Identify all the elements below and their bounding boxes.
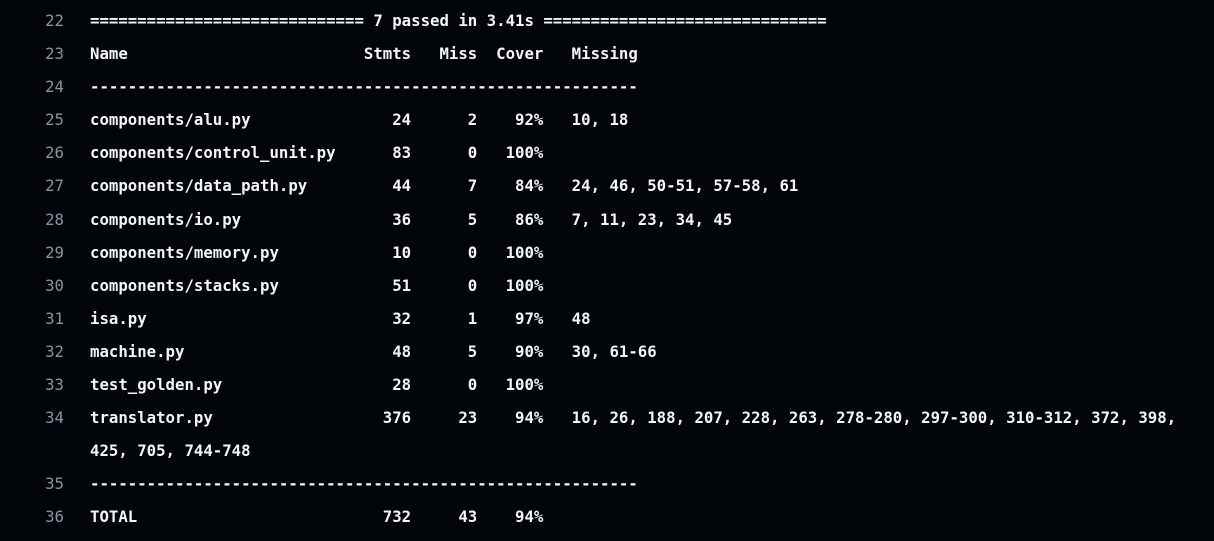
line-text: isa.py 32 1 97% 48 — [90, 308, 591, 328]
line-number: 24 — [45, 77, 64, 97]
line-text: components/control_unit.py 83 0 100% — [90, 143, 544, 163]
line-number: 33 — [45, 375, 64, 395]
line-number: 28 — [45, 209, 64, 229]
line-number: 31 — [45, 308, 64, 328]
log-line: 35 -------------------------------------… — [0, 467, 1214, 500]
line-text: ----------------------------------------… — [90, 474, 638, 494]
line-number: 34 — [45, 408, 64, 428]
line-number: 23 — [45, 44, 64, 64]
line-number: 26 — [45, 143, 64, 163]
log-line: 24 -------------------------------------… — [0, 70, 1214, 103]
line-number: 25 — [45, 110, 64, 130]
line-text: components/io.py 36 5 86% 7, 11, 23, 34,… — [90, 209, 733, 229]
line-text: Name Stmts Miss Cover Missing — [90, 44, 638, 64]
line-number: 30 — [45, 275, 64, 295]
line-text: components/memory.py 10 0 100% — [90, 242, 544, 262]
log-line: 31 isa.py 32 1 97% 48 — [0, 302, 1214, 335]
line-text: components/stacks.py 51 0 100% — [90, 275, 544, 295]
log-line: 23 Name Stmts Miss Cover Missing — [0, 37, 1214, 70]
line-text: ----------------------------------------… — [90, 77, 638, 97]
log-line: 25 components/alu.py 24 2 92% 10, 18 — [0, 103, 1214, 136]
line-text: components/data_path.py 44 7 84% 24, 46,… — [90, 176, 799, 196]
line-text: TOTAL 732 43 94% — [90, 507, 544, 527]
log-line: 27 components/data_path.py 44 7 84% 24, … — [0, 169, 1214, 202]
line-number: 29 — [45, 242, 64, 262]
log-line: 34 translator.py 376 23 94% 16, 26, 188,… — [0, 401, 1214, 467]
line-number: 35 — [45, 474, 64, 494]
log-line: 29 components/memory.py 10 0 100% — [0, 236, 1214, 269]
log-line: 33 test_golden.py 28 0 100% — [0, 368, 1214, 401]
line-text: machine.py 48 5 90% 30, 61-66 — [90, 341, 657, 361]
log-line: 30 components/stacks.py 51 0 100% — [0, 269, 1214, 302]
log-line: 28 components/io.py 36 5 86% 7, 11, 23, … — [0, 203, 1214, 236]
line-text: components/alu.py 24 2 92% 10, 18 — [90, 110, 629, 130]
line-text: translator.py 376 23 94% 16, 26, 188, 20… — [90, 408, 1186, 461]
line-number: 27 — [45, 176, 64, 196]
log-line: 26 components/control_unit.py 83 0 100% — [0, 136, 1214, 169]
line-text: test_golden.py 28 0 100% — [90, 375, 544, 395]
line-number: 32 — [45, 341, 64, 361]
log-line: 32 machine.py 48 5 90% 30, 61-66 — [0, 335, 1214, 368]
line-number: 36 — [45, 507, 64, 527]
log-line: 36 TOTAL 732 43 94% — [0, 500, 1214, 533]
line-text: ============================= 7 passed i… — [90, 11, 827, 30]
log-viewer: 22 ============================= 7 passe… — [0, 0, 1214, 541]
log-line: 22 ============================= 7 passe… — [0, 4, 1214, 37]
line-number: 22 — [45, 11, 64, 30]
